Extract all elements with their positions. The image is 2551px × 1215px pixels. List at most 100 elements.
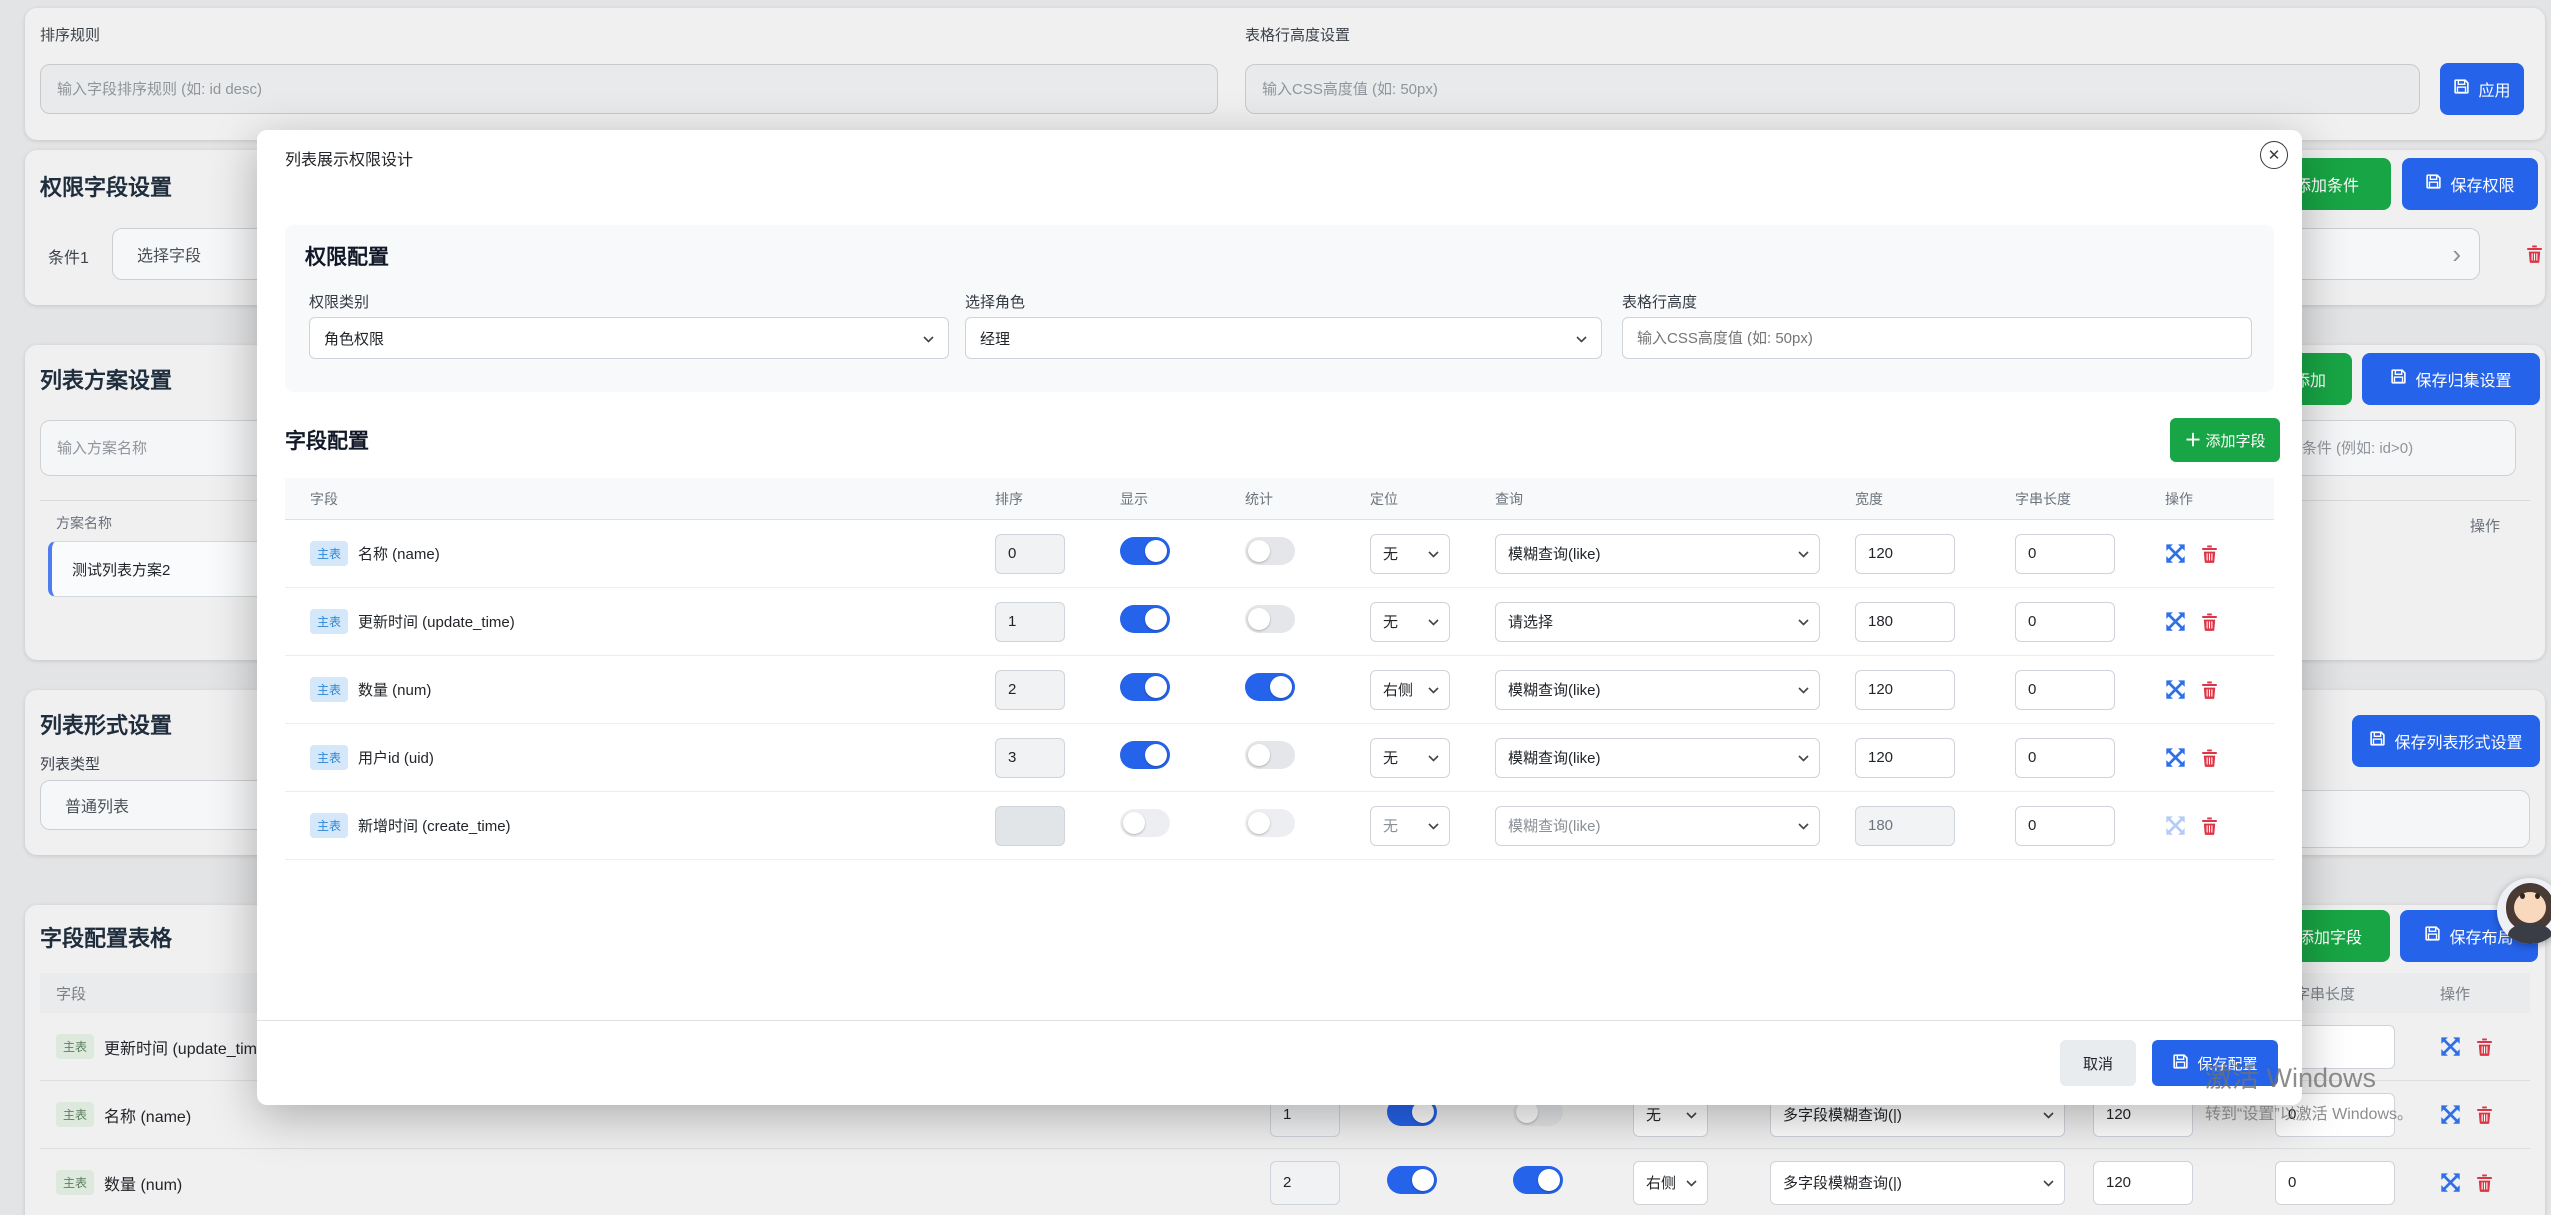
- position-select[interactable]: 右侧: [1370, 670, 1450, 710]
- order-input[interactable]: [995, 534, 1065, 574]
- cancel-button[interactable]: 取消: [2060, 1040, 2136, 1086]
- query-select[interactable]: 模糊查询(like): [1495, 670, 1820, 710]
- topbar-card: 排序规则 表格行高度设置 应用: [25, 8, 2545, 140]
- order-input[interactable]: [995, 738, 1065, 778]
- field-name: 新增时间 (create_time): [358, 815, 511, 836]
- stat-toggle[interactable]: [1245, 605, 1295, 633]
- stat-toggle[interactable]: [1245, 537, 1295, 565]
- query-select[interactable]: 多字段模糊查询(|): [1770, 1161, 2065, 1205]
- table-row-height-input[interactable]: [1623, 318, 2251, 358]
- perm-fields-title: 权限字段设置: [40, 170, 172, 202]
- position-select[interactable]: 无: [1370, 534, 1450, 574]
- main-table-badge: 主表: [56, 1102, 94, 1127]
- move-icon[interactable]: [2440, 1172, 2461, 1193]
- show-toggle[interactable]: [1120, 809, 1170, 837]
- field-name: 数量 (num): [104, 1171, 182, 1195]
- main-table-badge: 主表: [310, 541, 348, 566]
- field-config-title: 字段配置: [285, 425, 369, 455]
- query-select[interactable]: 模糊查询(like): [1495, 806, 1820, 846]
- order-input[interactable]: [995, 670, 1065, 710]
- move-icon[interactable]: [2440, 1036, 2461, 1057]
- width-input[interactable]: [1855, 602, 1955, 642]
- chevron-down-icon: [1798, 823, 1809, 830]
- show-toggle[interactable]: [1120, 741, 1170, 769]
- chevron-down-icon: [1686, 1180, 1697, 1187]
- form-extra-input[interactable]: [2280, 790, 2530, 848]
- show-toggle[interactable]: [1120, 605, 1170, 633]
- move-icon[interactable]: [2440, 1104, 2461, 1125]
- query-select[interactable]: 模糊查询(like): [1495, 534, 1820, 574]
- field-grid-title: 字段配置表格: [40, 921, 172, 953]
- strlen-input[interactable]: [2015, 602, 2115, 642]
- strlen-input[interactable]: [2275, 1161, 2395, 1205]
- show-toggle[interactable]: [1120, 673, 1170, 701]
- save-collect-button[interactable]: 保存归集设置: [2362, 353, 2540, 405]
- row-height-label: 表格行高度设置: [1245, 24, 1350, 45]
- chevron-down-icon: [1798, 619, 1809, 626]
- stat-toggle[interactable]: [1245, 673, 1295, 701]
- width-input[interactable]: [1855, 806, 1955, 846]
- order-input[interactable]: [995, 602, 1065, 642]
- stat-toggle[interactable]: [1513, 1166, 1563, 1194]
- width-input[interactable]: [2093, 1161, 2193, 1205]
- trash-icon[interactable]: [2200, 748, 2219, 768]
- chevron-down-icon: [1686, 1112, 1697, 1119]
- save-permission-button[interactable]: 保存权限: [2402, 158, 2538, 210]
- move-icon[interactable]: [2165, 815, 2186, 836]
- modal-add-field-button[interactable]: ＋ 添加字段: [2170, 418, 2280, 462]
- order-input[interactable]: [1270, 1161, 1340, 1205]
- save-icon: [2172, 1053, 2189, 1070]
- stat-toggle[interactable]: [1245, 741, 1295, 769]
- trash-icon[interactable]: [2200, 816, 2219, 836]
- perm-category-label: 权限类别: [309, 291, 369, 312]
- trash-icon[interactable]: [2200, 612, 2219, 632]
- form-title: 列表形式设置: [40, 708, 172, 740]
- chevron-down-icon: [1576, 336, 1587, 343]
- apply-button[interactable]: 应用: [2440, 63, 2524, 115]
- order-input[interactable]: [995, 806, 1065, 846]
- row-height-input[interactable]: [1245, 64, 2420, 114]
- move-icon[interactable]: [2165, 611, 2186, 632]
- chevron-down-icon: [1428, 823, 1439, 830]
- role-select[interactable]: 经理: [965, 317, 1602, 359]
- stat-toggle[interactable]: [1245, 809, 1295, 837]
- save-config-button[interactable]: 保存配置: [2152, 1040, 2278, 1086]
- position-select[interactable]: 无: [1370, 806, 1450, 846]
- strlen-input[interactable]: [2015, 806, 2115, 846]
- width-input[interactable]: [1855, 670, 1955, 710]
- chevron-down-icon: [1428, 687, 1439, 694]
- query-select[interactable]: 请选择: [1495, 602, 1820, 642]
- trash-icon[interactable]: [2525, 244, 2544, 264]
- trash-icon[interactable]: [2475, 1105, 2494, 1125]
- sort-rule-input[interactable]: [40, 64, 1218, 114]
- trash-icon[interactable]: [2475, 1037, 2494, 1057]
- trash-icon[interactable]: [2200, 680, 2219, 700]
- trash-icon[interactable]: [2200, 544, 2219, 564]
- strlen-input[interactable]: [2015, 534, 2115, 574]
- main-table-badge: 主表: [310, 813, 348, 838]
- chevron-down-icon: [1428, 755, 1439, 762]
- permission-design-modal: 列表展示权限设计 ✕ 权限配置 权限类别 角色权限 选择角色 经理 表格行高度 …: [257, 130, 2302, 1105]
- field-name: 名称 (name): [104, 1103, 191, 1127]
- save-icon: [2425, 173, 2442, 190]
- trash-icon[interactable]: [2475, 1173, 2494, 1193]
- close-icon[interactable]: ✕: [2260, 141, 2288, 169]
- position-select[interactable]: 无: [1370, 602, 1450, 642]
- move-icon[interactable]: [2165, 543, 2186, 564]
- field-name: 更新时间 (update_time): [358, 611, 515, 632]
- width-input[interactable]: [1855, 738, 1955, 778]
- show-toggle[interactable]: [1120, 537, 1170, 565]
- perm-category-select[interactable]: 角色权限: [309, 317, 949, 359]
- save-form-button[interactable]: 保存列表形式设置: [2352, 715, 2540, 767]
- show-toggle[interactable]: [1387, 1166, 1437, 1194]
- query-select[interactable]: 模糊查询(like): [1495, 738, 1820, 778]
- position-select[interactable]: 无: [1370, 738, 1450, 778]
- modal-table-header: 字段 排序 显示 统计 定位 查询 宽度 字串长度 操作: [285, 478, 2274, 520]
- move-icon[interactable]: [2165, 679, 2186, 700]
- move-icon[interactable]: [2165, 747, 2186, 768]
- strlen-input[interactable]: [2015, 670, 2115, 710]
- save-icon: [2369, 730, 2386, 747]
- strlen-input[interactable]: [2015, 738, 2115, 778]
- width-input[interactable]: [1855, 534, 1955, 574]
- position-select[interactable]: 右侧: [1633, 1161, 1708, 1205]
